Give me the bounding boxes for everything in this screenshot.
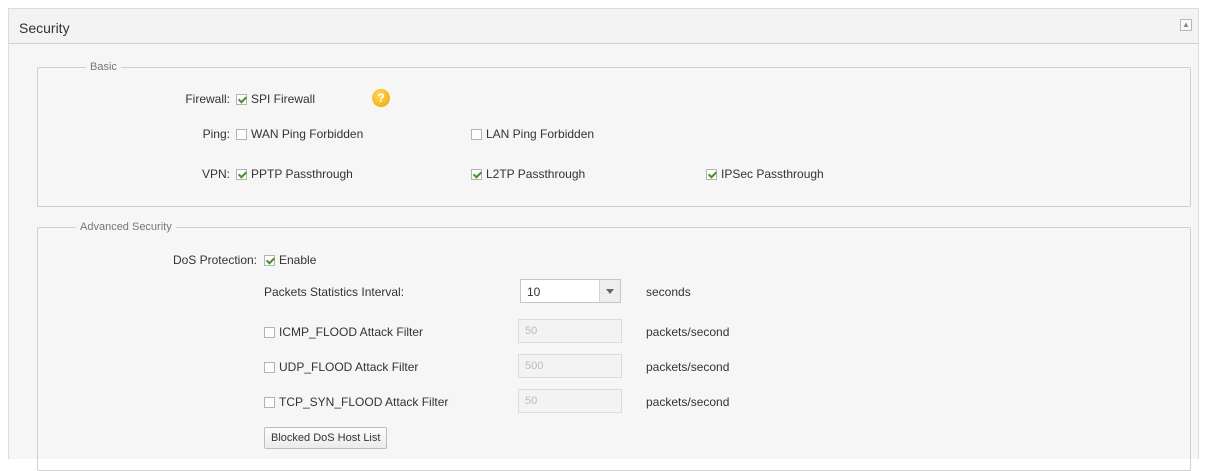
dos-protection-label: DoS Protection: (172, 253, 257, 267)
lan-ping-label: LAN Ping Forbidden (486, 127, 595, 141)
interval-unit: seconds (646, 285, 691, 299)
ipsec-label: IPSec Passthrough (721, 167, 824, 181)
advanced-legend: Advanced Security (80, 221, 172, 233)
wan-ping-label: WAN Ping Forbidden (251, 127, 364, 141)
udp-flood-checkbox[interactable]: UDP_FLOOD Attack Filter (264, 360, 418, 374)
firewall-label: Firewall: (185, 92, 230, 106)
ipsec-checkbox[interactable]: IPSec Passthrough (706, 167, 824, 181)
udp-flood-input[interactable] (518, 354, 622, 378)
l2tp-label: L2TP Passthrough (486, 167, 586, 181)
blocked-dos-host-list-button[interactable]: Blocked DoS Host List (264, 427, 388, 449)
help-icon[interactable]: ? (372, 89, 390, 107)
tcp-syn-flood-checkbox[interactable]: TCP_SYN_FLOOD Attack Filter (264, 395, 448, 409)
lan-ping-check[interactable] (471, 128, 482, 140)
security-panel: Security ▲ Basic Firewall: SPI Firewall … (8, 8, 1199, 471)
udp-flood-label: UDP_FLOOD Attack Filter (279, 360, 419, 374)
dos-enable-label: Enable (279, 253, 317, 267)
pptp-check[interactable] (236, 168, 247, 180)
icmp-flood-unit: packets/second (646, 325, 730, 339)
lan-ping-checkbox[interactable]: LAN Ping Forbidden (471, 127, 594, 141)
ping-label: Ping: (202, 127, 230, 141)
collapse-icon[interactable]: ▲ (1180, 19, 1192, 31)
interval-select[interactable]: 10 (520, 279, 621, 303)
tcp-syn-flood-check[interactable] (264, 396, 275, 408)
udp-flood-unit: packets/second (646, 360, 730, 374)
dos-enable-check[interactable] (264, 254, 275, 266)
wan-ping-check[interactable] (236, 128, 247, 140)
l2tp-check[interactable] (471, 168, 482, 180)
spi-firewall-label: SPI Firewall (251, 92, 316, 106)
icmp-flood-input[interactable] (518, 319, 622, 343)
icmp-flood-label: ICMP_FLOOD Attack Filter (279, 325, 424, 339)
tcp-syn-flood-label: TCP_SYN_FLOOD Attack Filter (279, 395, 449, 409)
interval-label: Packets Statistics Interval: (264, 285, 405, 299)
vpn-label: VPN: (201, 167, 230, 181)
icmp-flood-checkbox[interactable]: ICMP_FLOOD Attack Filter (264, 325, 423, 339)
pptp-label: PPTP Passthrough (251, 167, 353, 181)
spi-firewall-check[interactable] (236, 93, 247, 105)
spi-firewall-checkbox[interactable]: SPI Firewall (236, 92, 315, 106)
icmp-flood-check[interactable] (264, 326, 275, 338)
interval-value: 10 (527, 285, 541, 299)
pptp-checkbox[interactable]: PPTP Passthrough (236, 167, 353, 181)
tcp-syn-flood-unit: packets/second (646, 395, 730, 409)
tcp-syn-flood-input[interactable] (518, 389, 622, 413)
basic-legend: Basic (90, 61, 117, 73)
wan-ping-checkbox[interactable]: WAN Ping Forbidden (236, 127, 363, 141)
panel-header: Security ▲ (9, 9, 1198, 44)
chevron-down-icon[interactable] (599, 280, 620, 302)
l2tp-checkbox[interactable]: L2TP Passthrough (471, 167, 585, 181)
udp-flood-check[interactable] (264, 361, 275, 373)
panel-title: Security (19, 20, 70, 36)
ipsec-check[interactable] (706, 168, 717, 180)
dos-enable-checkbox[interactable]: Enable (264, 253, 316, 267)
